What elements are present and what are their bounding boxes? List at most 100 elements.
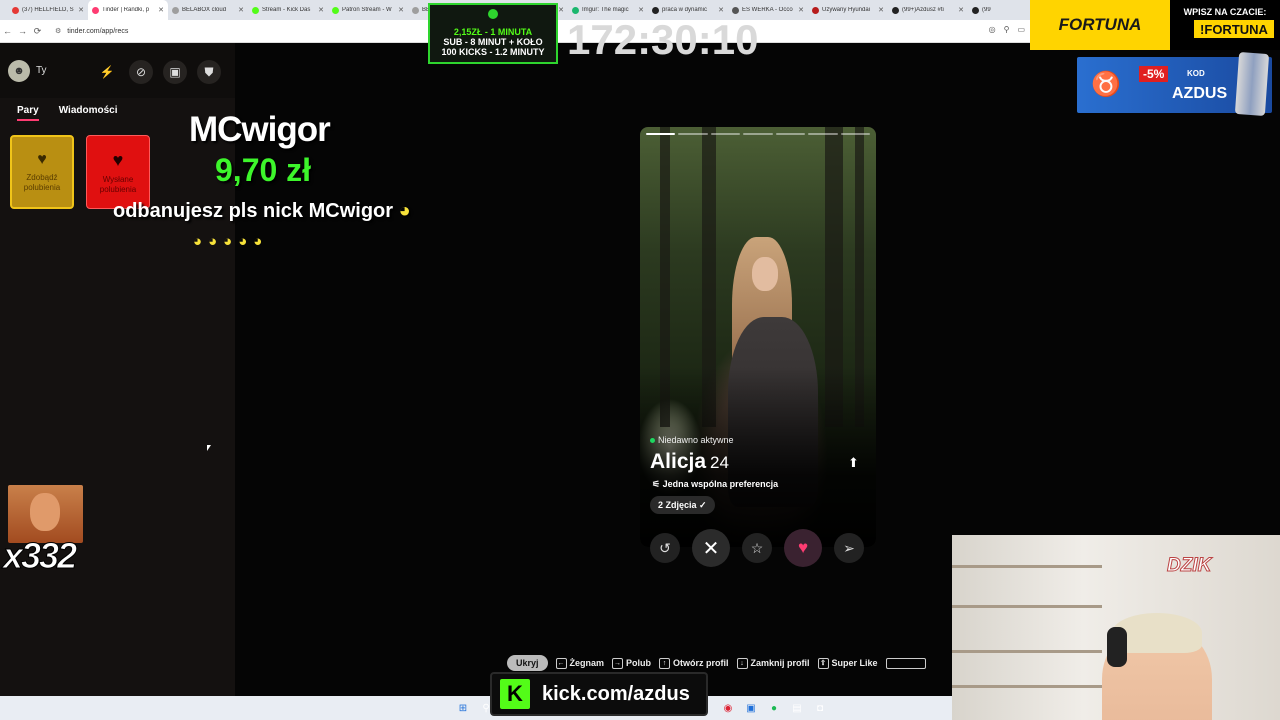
shift-key-icon: ⇧ [817,657,829,669]
close-tab-icon[interactable]: ✕ [158,6,164,14]
address-bar-actions: ◎ ⚲ ▭ [989,25,1025,34]
tab-favicon-icon [412,6,419,14]
rewind-icon: ↺ [659,539,671,556]
url-field[interactable]: ⚙ tinder.com/app/recs [55,27,128,35]
close-tab-icon[interactable]: ✕ [238,6,244,14]
rewind-button[interactable]: ↺ [650,533,680,563]
close-tab-icon[interactable]: ✕ [78,6,84,14]
explore-icon[interactable]: ⊘ [129,60,153,84]
browser-tab[interactable]: Stream - Kick Das ✕ [248,0,328,20]
browser-tab[interactable]: (99+)Azdusz #ti ✕ [888,0,968,20]
shortcut-close-label: Zamknij profil [750,658,810,668]
profile-name-text: Alicja [650,450,707,473]
avatar[interactable]: ☻ [8,59,30,82]
donation-message-text: odbanujesz pls nick MCwigor [113,200,394,222]
fortuna-command: !FORTUNA [1194,20,1274,38]
shortcut-open-label: Otwórz profil [673,658,729,668]
tab-title: Tinder | Randki, p [102,7,150,13]
up-arrow-key-icon: ↑ [659,657,671,669]
profile-card[interactable]: Niedawno aktywne Alicja 24 ⬆ ⚟ Jedna wspó… [640,127,876,547]
emote-row: ◕◕◕◕◕ [193,233,268,250]
tab-favicon-icon [812,6,819,14]
close-tab-icon[interactable]: ✕ [318,6,324,14]
shield-icon[interactable]: ⛊ [197,60,221,84]
fortuna-prompt-box: WPISZ NA CZACIE: !FORTUNA [1170,0,1280,50]
boost-icon[interactable]: ⚡ [95,60,119,84]
fortuna-banner: FORTUNA WPISZ NA CZACIE: !FORTUNA [1030,0,1280,50]
share-icon[interactable]: ▭ [1017,25,1025,34]
shortcut-like: → Polub [612,657,651,669]
right-arrow-key-icon: → [612,657,624,669]
open-profile-arrow-icon[interactable]: ⬆ [848,455,859,471]
close-tab-icon[interactable]: ✕ [798,6,804,14]
chrome-icon[interactable]: ◉ [721,701,735,715]
browser-tab[interactable]: Tinder | Randki, p ✕ [88,0,168,20]
close-tab-icon[interactable]: ✕ [558,6,564,14]
dzik-cam-logo: DZIK [1166,555,1212,577]
windows-start-icon[interactable]: ⊞ [456,701,470,715]
app-icon[interactable]: ▣ [744,701,758,715]
spotify-icon[interactable]: ● [767,701,781,715]
forward-icon[interactable]: → [15,26,30,36]
super-like-button[interactable]: ☆ [742,533,772,563]
zoom-icon[interactable]: ⚲ [1004,25,1010,34]
send-button[interactable]: ➢ [834,533,864,563]
terminal-icon[interactable]: ▤ [790,701,804,715]
photo-progress-segment[interactable] [710,133,741,135]
tab-title: (99+)Azdusz #ti [902,7,944,13]
stream-screen: { "browser": { "tabs": [ {"title": "(37)… [0,0,1280,720]
hide-shortcuts-button[interactable]: Ukryj [507,655,548,671]
tab-matches[interactable]: Pary [17,105,39,121]
photo-progress-segment[interactable] [678,133,708,135]
sent-likes-card[interactable]: ♥ Wysłane polubienia [86,135,150,209]
photo-progress-segment[interactable] [840,133,870,135]
browser-tab[interactable]: (37) HELLFIELD, S ✕ [8,0,88,20]
site-info-icon[interactable]: ⚙ [55,28,61,35]
goal-icon [488,9,498,19]
close-tab-icon[interactable]: ✕ [878,6,884,14]
counter-text: x332 [2,535,77,577]
tab-messages[interactable]: Wiadomości [59,105,118,121]
photo-progress-segment[interactable] [743,133,773,135]
briefcase-icon[interactable]: ▣ [163,60,187,84]
energy-can-icon [1234,52,1270,116]
user-label[interactable]: Ty [36,65,47,76]
browser-tab[interactable]: Patron Stream - W ✕ [328,0,408,20]
close-tab-icon[interactable]: ✕ [638,6,644,14]
get-likes-label: Zdobądź polubienia [23,173,61,192]
sliders-icon: ⚟ [652,479,661,489]
photo-progress-segment[interactable] [808,133,838,135]
photo-progress-segment[interactable] [646,133,676,135]
location-icon[interactable]: ◎ [989,25,996,34]
photo-progress-segment[interactable] [775,133,806,135]
profile-name: Alicja 24 [650,450,729,474]
donation-donor: MCwigor [189,110,331,149]
photos-chip[interactable]: 2 Zdjęcia ✓ [650,496,715,514]
action-bar: ↺ ✕ ☆ ♥ ➢ [640,528,876,568]
bull-icon: ♉ [1091,71,1121,98]
mouse-cursor-icon [207,445,211,451]
obs-icon[interactable]: ◘ [813,701,827,715]
close-tab-icon[interactable]: ✕ [958,6,964,14]
close-tab-icon[interactable]: ✕ [398,6,404,14]
like-button[interactable]: ♥ [784,529,822,567]
online-dot-icon [650,438,655,443]
dzik-discount: -5% [1139,66,1169,82]
close-tab-icon[interactable]: ✕ [718,6,724,14]
emote-icon: ◕ [238,233,254,250]
webcam-feed: DZIK [952,535,1280,720]
tab-favicon-icon [652,6,659,14]
reload-icon[interactable]: ⟳ [30,26,45,37]
browser-tab[interactable]: BELABOX cloud ✕ [168,0,248,20]
tab-title: BELABOX cloud [182,7,227,13]
tab-favicon-icon [92,6,99,14]
url-text: tinder.com/app/recs [67,28,129,35]
back-icon[interactable]: ← [0,26,15,36]
browser-tab[interactable]: Używany Hyundai ✕ [808,0,888,20]
kick-logo-icon: K [500,679,530,709]
emote-icon: ◕ [223,233,239,250]
get-likes-card[interactable]: ♥ Zdobądź polubienia [10,135,74,209]
nope-button[interactable]: ✕ [692,529,730,567]
sent-likes-label: Wysłane polubienia [99,174,137,194]
tab-favicon-icon [332,6,339,14]
